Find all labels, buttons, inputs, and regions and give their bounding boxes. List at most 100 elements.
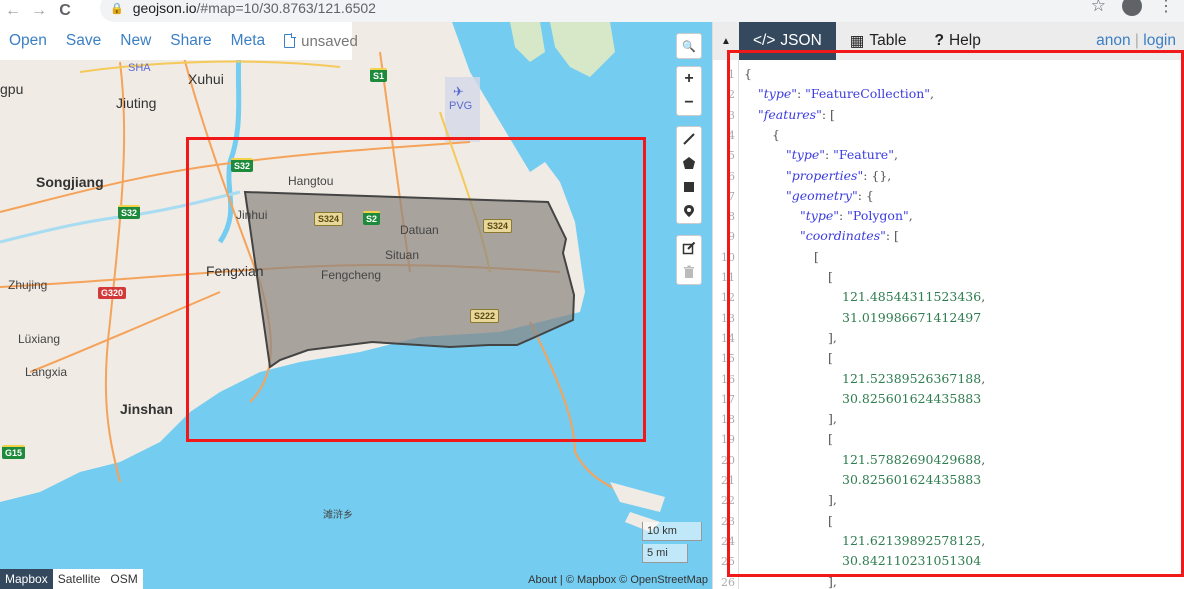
code-line[interactable]: 10 [	[713, 247, 1184, 267]
road-shield-s32: S32	[118, 205, 141, 219]
code-line[interactable]: 3 "features": [	[713, 105, 1184, 125]
json-punctuation: :	[796, 86, 806, 102]
line-number: 22	[721, 494, 735, 508]
code-line[interactable]: 18],	[713, 409, 1184, 429]
code-line[interactable]: 6 "properties": {},	[713, 166, 1184, 186]
scale-km: 10 km	[642, 522, 702, 541]
draw-line-icon[interactable]	[677, 127, 701, 151]
tab-help[interactable]: ? Help	[920, 22, 994, 60]
map-label-fengcheng: Fengcheng	[321, 268, 382, 282]
browser-menu-icon[interactable]: ⋮	[1158, 0, 1174, 16]
save-button[interactable]: Save	[66, 32, 101, 50]
layer-satellite[interactable]: Satellite	[52, 569, 106, 589]
zoom-out-button[interactable]: −	[677, 91, 701, 115]
map-label-langxia: Langxia	[25, 365, 68, 379]
layer-mapbox[interactable]: Mapbox	[0, 569, 53, 589]
tab-json-label: JSON	[780, 32, 822, 49]
code-text: ],	[828, 572, 837, 589]
open-button[interactable]: Open	[9, 32, 47, 50]
json-key: "type"	[786, 147, 825, 163]
draw-polygon-icon[interactable]	[677, 151, 701, 175]
json-key: "type"	[800, 208, 839, 224]
code-line[interactable]: 22],	[713, 490, 1184, 510]
island	[510, 22, 545, 62]
map-label-fengxian: Fengxian	[206, 263, 264, 279]
url-path: /#map=10/30.8763/121.6502	[196, 0, 376, 16]
profile-avatar-icon[interactable]	[1122, 0, 1142, 16]
json-punctuation: ],	[828, 411, 837, 427]
code-line[interactable]: 9 "coordinates": [	[713, 226, 1184, 246]
code-text: 30.825601624435883	[842, 470, 981, 490]
map-canvas[interactable]: SHA Xuhui Jiuting gpu Songjiang ✈ PVG Ha…	[0, 22, 712, 589]
edit-icon[interactable]	[677, 236, 701, 260]
code-line[interactable]: 1{	[713, 64, 1184, 84]
line-number: 2	[728, 88, 735, 102]
search-icon[interactable]: 🔍	[677, 34, 701, 58]
tab-table[interactable]: ▦ Table	[836, 22, 921, 60]
code-line[interactable]: 4{	[713, 125, 1184, 145]
code-line[interactable]: 11 [	[713, 267, 1184, 287]
json-number: 121.48544311523436	[842, 289, 982, 305]
code-line[interactable]: 8 "type": "Polygon",	[713, 206, 1184, 226]
json-punctuation: ,	[930, 86, 935, 102]
share-button[interactable]: Share	[170, 32, 211, 50]
json-key: "type"	[758, 86, 797, 102]
line-number: 17	[721, 392, 735, 406]
line-number: 12	[721, 291, 735, 305]
collapse-pane-icon[interactable]: ▲	[713, 36, 739, 47]
code-text: [	[828, 267, 833, 287]
line-number: 10	[721, 250, 735, 264]
code-line[interactable]: 23 [	[713, 511, 1184, 531]
code-line[interactable]: 25 30.842110231051304	[713, 551, 1184, 571]
code-line[interactable]: 24 121.62139892578125,	[713, 531, 1184, 551]
code-line[interactable]: 19 [	[713, 429, 1184, 449]
line-number: 21	[721, 474, 735, 487]
code-line[interactable]: 7 "geometry": {	[713, 186, 1184, 206]
code-line[interactable]: 17 30.825601624435883	[713, 389, 1184, 409]
drawn-polygon	[243, 190, 576, 369]
code-line[interactable]: 13 31.019986671412497	[713, 308, 1184, 328]
json-punctuation: {	[772, 126, 780, 142]
code-line[interactable]: 2 "type": "FeatureCollection",	[713, 84, 1184, 104]
island	[610, 482, 665, 512]
back-button[interactable]: ←	[0, 2, 26, 20]
map-label-zhujing: Zhujing	[8, 278, 48, 292]
json-punctuation: :	[824, 147, 834, 163]
map-label-jinshan: Jinshan	[120, 401, 173, 417]
delete-trash-icon[interactable]	[677, 260, 701, 284]
code-line[interactable]: 5 "type": "Feature",	[713, 145, 1184, 165]
meta-button[interactable]: Meta	[231, 32, 265, 50]
code-line[interactable]: 21 30.825601624435883	[713, 470, 1184, 490]
table-icon: ▦	[849, 32, 865, 50]
new-button[interactable]: New	[120, 32, 151, 50]
code-line[interactable]: 16 121.52389526367188,	[713, 369, 1184, 389]
draw-marker-icon[interactable]	[677, 199, 701, 223]
draw-rectangle-icon[interactable]	[677, 175, 701, 199]
code-line[interactable]: 26],	[713, 572, 1184, 589]
map-attribution[interactable]: About | © Mapbox © OpenStreetMap	[528, 574, 708, 586]
login-link[interactable]: login	[1143, 32, 1176, 49]
bookmark-star-icon[interactable]: ☆	[1091, 0, 1106, 16]
code-line[interactable]: 20 121.57882690429688,	[713, 450, 1184, 470]
address-bar[interactable]: 🔒 geojson.io/#map=10/30.8763/121.6502	[100, 0, 1184, 22]
map-label-datuan: Datuan	[400, 223, 439, 237]
json-punctuation: ,	[981, 532, 986, 548]
layer-osm[interactable]: OSM	[105, 569, 143, 589]
json-editor[interactable]: 1{ 2 "type": "FeatureCollection", 3 "feature…	[713, 60, 1184, 589]
line-number: 20	[721, 453, 735, 467]
reload-button[interactable]: C	[52, 2, 78, 20]
pane-tab-bar: ▲ </> JSON ▦ Table ? Help anon | login	[713, 22, 1184, 60]
code-text: "type": "FeatureCollection",	[758, 84, 934, 104]
editor-pane: ▲ </> JSON ▦ Table ? Help anon | login 1…	[712, 22, 1184, 589]
layer-switcher: Mapbox Satellite OSM	[0, 569, 143, 589]
code-line[interactable]: 14],	[713, 328, 1184, 348]
tab-json[interactable]: </> JSON	[739, 22, 836, 60]
code-text: ],	[828, 328, 837, 348]
anon-link[interactable]: anon	[1096, 32, 1130, 49]
forward-button[interactable]: →	[26, 2, 52, 20]
json-punctuation: : [	[821, 106, 835, 122]
code-line[interactable]: 15 [	[713, 348, 1184, 368]
code-line[interactable]: 12 121.48544311523436,	[713, 287, 1184, 307]
zoom-in-button[interactable]: +	[677, 67, 701, 91]
line-number: 19	[721, 433, 735, 447]
